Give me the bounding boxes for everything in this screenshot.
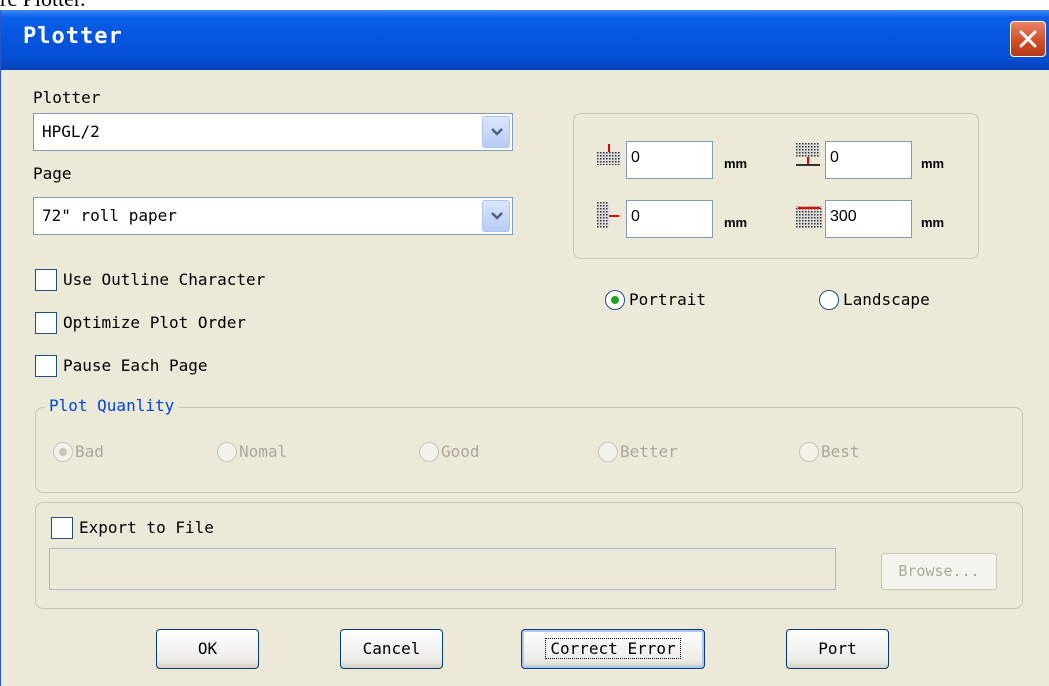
port-button-label: Port <box>818 639 857 658</box>
page-select[interactable]: 72" roll paper <box>33 197 513 235</box>
plot-quality-legend: Plot Quanlity <box>45 396 179 415</box>
page-dropdown-button[interactable] <box>482 200 510 232</box>
landscape-label: Landscape <box>843 290 930 309</box>
quality-better-radio[interactable] <box>598 442 618 462</box>
correct-error-button-label: Correct Error <box>545 638 681 659</box>
chevron-down-icon <box>491 128 503 136</box>
top-margin-icon <box>597 144 621 165</box>
radio-selected-dot <box>59 448 67 456</box>
correct-error-button[interactable]: Correct Error <box>521 629 705 669</box>
right-margin-unit: mm <box>921 215 945 230</box>
portrait-radio[interactable] <box>605 290 625 310</box>
bottom-margin-unit: mm <box>921 156 945 171</box>
quality-bad-radio[interactable] <box>53 442 73 462</box>
top-margin-input[interactable]: 0 <box>626 141 713 179</box>
radio-selected-dot <box>611 296 619 304</box>
portrait-label: Portrait <box>629 290 707 309</box>
page-select-value: 72" roll paper <box>42 206 177 225</box>
quality-good-label: Good <box>441 442 480 461</box>
quality-better-label: Better <box>620 442 678 461</box>
quality-best-radio[interactable] <box>799 442 819 462</box>
quality-bad-label: Bad <box>75 442 104 461</box>
plotter-select-value: HPGL/2 <box>42 122 100 141</box>
ok-button-label: OK <box>197 639 218 658</box>
close-button[interactable] <box>1010 21 1046 57</box>
export-checkbox[interactable] <box>51 517 73 539</box>
use-outline-checkbox[interactable] <box>35 269 57 291</box>
plotter-select[interactable]: HPGL/2 <box>33 113 513 151</box>
right-margin-icon <box>796 206 822 228</box>
port-button[interactable]: Port <box>786 629 889 669</box>
close-icon <box>1019 30 1037 48</box>
left-margin-input[interactable]: 0 <box>626 200 713 238</box>
cancel-button[interactable]: Cancel <box>340 629 443 669</box>
quality-good-radio[interactable] <box>419 442 439 462</box>
plot-quality-group <box>35 407 1023 493</box>
plotter-dialog: Plotter Plotter HPGL/2 Page 72" roll pap… <box>0 10 1049 686</box>
left-margin-unit: mm <box>724 215 748 230</box>
ok-button[interactable]: OK <box>156 629 259 669</box>
dialog-title: Plotter <box>23 24 123 49</box>
quality-best-label: Best <box>821 442 860 461</box>
use-outline-label: Use Outline Character <box>63 270 266 289</box>
quality-nomal-radio[interactable] <box>217 442 237 462</box>
export-label: Export to File <box>79 518 214 537</box>
pause-page-checkbox[interactable] <box>35 355 57 377</box>
landscape-radio[interactable] <box>819 290 839 310</box>
left-margin-icon <box>597 202 619 228</box>
right-margin-input[interactable]: 300 <box>825 200 912 238</box>
optimize-order-label: Optimize Plot Order <box>63 313 247 332</box>
page-label: Page <box>33 164 72 183</box>
plotter-dropdown-button[interactable] <box>482 116 510 148</box>
quality-nomal-label: Nomal <box>239 442 288 461</box>
optimize-order-checkbox[interactable] <box>35 312 57 334</box>
plotter-label: Plotter <box>33 88 101 107</box>
bottom-margin-icon <box>796 143 820 166</box>
title-bar[interactable]: Plotter <box>1 10 1049 70</box>
export-path-input[interactable] <box>49 548 836 590</box>
bottom-margin-input[interactable]: 0 <box>825 141 912 179</box>
pause-page-label: Pause Each Page <box>63 356 208 375</box>
cancel-button-label: Cancel <box>362 639 421 658</box>
chevron-down-icon <box>491 212 503 220</box>
top-margin-unit: mm <box>724 156 748 171</box>
browse-button[interactable]: Browse... <box>881 553 997 590</box>
